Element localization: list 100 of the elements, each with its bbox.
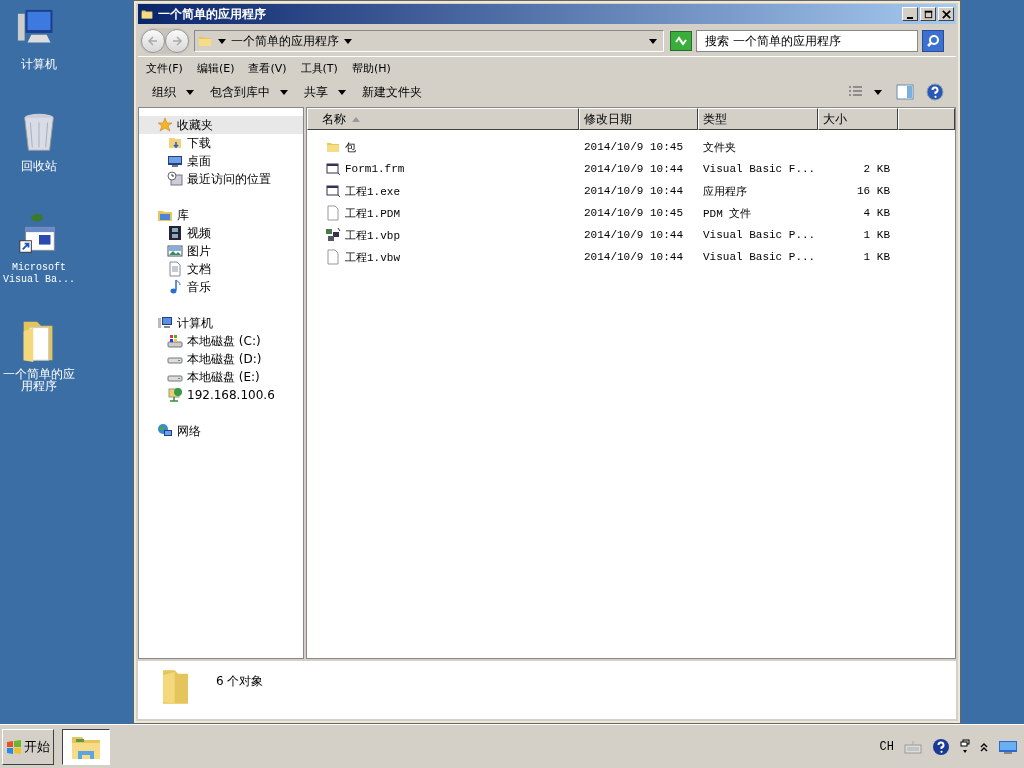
folder-icon <box>167 135 183 151</box>
globe-icon <box>157 423 173 439</box>
right-arrow-icon <box>171 35 183 47</box>
taskbar-button[interactable] <box>62 728 110 765</box>
windows-logo-icon <box>6 738 22 755</box>
table-cell-text: 2014/10/9 10:44 <box>583 185 685 197</box>
table-cell-text: Visual Basic P... <box>702 251 817 263</box>
caret-icon <box>186 89 194 95</box>
file-name[interactable]: 工程1.exe <box>345 183 400 199</box>
caret-icon <box>344 38 352 44</box>
menu-item[interactable]: 工具(T) <box>300 60 338 76</box>
nav-item[interactable]: 文档 <box>139 260 303 278</box>
refresh-icon <box>674 34 688 48</box>
close-icon <box>940 8 952 20</box>
nav-item[interactable]: 本地磁盘 (D:) <box>139 350 303 368</box>
network-drive-icon <box>167 387 183 403</box>
address-bar[interactable]: 一个简单的应用程序 <box>194 30 664 52</box>
toolbar-button[interactable]: 包含到库中 <box>204 81 294 103</box>
table-cell-text: 文件夹 <box>702 140 737 155</box>
toolbar-button[interactable]: 新建文件夹 <box>356 81 428 103</box>
menu-item[interactable]: 帮助(H) <box>351 60 391 76</box>
picture-icon <box>167 243 183 259</box>
table-cell-text: 1 KB <box>862 229 891 241</box>
file-name[interactable]: 工程1.PDM <box>345 205 400 221</box>
minimize-button[interactable] <box>902 7 918 21</box>
search-field[interactable]: 搜索 一个简单的应用程序 <box>696 30 918 52</box>
table-cell-text: 2014/10/9 10:44 <box>583 251 685 263</box>
window-icon <box>325 161 341 177</box>
language-indicator[interactable]: CH <box>879 739 894 754</box>
toolbar-button[interactable]: 组织 <box>146 81 200 103</box>
help-icon <box>932 737 950 756</box>
file-name[interactable]: 工程1.vbw <box>345 249 400 265</box>
search-icon <box>926 34 940 48</box>
column-header[interactable]: 类型 <box>698 108 818 130</box>
nav-item[interactable]: 图片 <box>139 242 303 260</box>
column-header[interactable]: 大小 <box>818 108 898 130</box>
monitor-icon <box>167 153 183 169</box>
nav-item[interactable]: 桌面 <box>139 152 303 170</box>
table-cell-text: 1 KB <box>862 251 891 263</box>
breadcrumb[interactable]: 一个简单的应用程序 <box>231 32 339 50</box>
table-cell-text: Visual Basic P... <box>702 229 817 241</box>
nav-item[interactable]: 192.168.100.6 <box>139 386 303 404</box>
table-cell-text: 应用程序 <box>702 184 748 199</box>
nav-item[interactable]: 计算机 <box>139 314 303 332</box>
maximize-button[interactable] <box>920 7 936 21</box>
menu-item[interactable]: 编辑(E) <box>196 60 235 76</box>
caret-icon <box>338 89 346 95</box>
toolbar-button[interactable]: 共享 <box>298 81 352 103</box>
film-icon <box>167 225 183 241</box>
nav-item[interactable]: 库 <box>139 206 303 224</box>
nav-item[interactable]: 收藏夹 <box>139 116 303 134</box>
table-cell-text: Visual Basic F... <box>702 163 817 175</box>
preview-pane-icon <box>896 84 914 100</box>
file-name[interactable]: Form1.frm <box>345 163 405 175</box>
monitor-icon <box>998 738 1018 755</box>
close-button[interactable] <box>938 7 954 21</box>
column-header[interactable]: 修改日期 <box>579 108 698 130</box>
menu-item[interactable]: 查看(V) <box>248 60 287 76</box>
desktop-icon-label[interactable]: 回收站 <box>1 160 77 172</box>
desktop-icon-label[interactable]: 一个简单的应用程序 <box>1 368 77 392</box>
search-button[interactable] <box>922 30 944 52</box>
table-cell-text: 2014/10/9 10:44 <box>583 163 685 175</box>
nav-item[interactable]: 视频 <box>139 224 303 242</box>
item-count: 6 个对象 <box>216 673 264 690</box>
table-cell-text: 2014/10/9 10:44 <box>583 229 685 241</box>
chevron-up-icon <box>980 741 988 752</box>
file-icon <box>325 249 341 265</box>
star-icon <box>157 117 173 133</box>
table-cell-text: PDM 文件 <box>702 206 753 221</box>
keyboard-icon <box>904 739 922 754</box>
file-name[interactable]: 工程1.vbp <box>345 227 400 243</box>
table-cell-text: 2 KB <box>862 163 891 175</box>
file-name[interactable]: 包 <box>345 139 356 155</box>
left-arrow-icon <box>147 35 159 47</box>
file-icon <box>325 205 341 221</box>
maximize-icon <box>922 8 934 20</box>
window-icon <box>325 183 341 199</box>
refresh-button[interactable] <box>670 31 692 51</box>
list-view-icon <box>848 85 864 99</box>
nav-item[interactable]: 音乐 <box>139 278 303 296</box>
desktop-icon-label[interactable]: 计算机 <box>1 58 77 70</box>
menu-item[interactable]: 文件(F) <box>146 60 183 76</box>
desktop-icon-label[interactable]: Microsoft Visual Ba... <box>1 262 77 286</box>
caret-icon <box>874 89 882 95</box>
nav-item[interactable]: 网络 <box>139 422 303 440</box>
document-icon <box>167 261 183 277</box>
nav-item[interactable]: 本地磁盘 (E:) <box>139 368 303 386</box>
nav-item[interactable]: 最近访问的位置 <box>139 170 303 188</box>
caret-icon <box>280 89 288 95</box>
nav-item[interactable]: 本地磁盘 (C:) <box>139 332 303 350</box>
column-header[interactable]: 名称 <box>307 108 579 130</box>
table-cell-text: 16 KB <box>856 185 891 197</box>
blocks-icon <box>325 227 341 243</box>
clock-icon <box>167 171 183 187</box>
table-cell-text: 4 KB <box>862 207 891 219</box>
caret-icon <box>649 38 657 44</box>
minimize-icon <box>907 16 913 19</box>
start-button[interactable]: 开始 <box>2 728 54 765</box>
nav-item[interactable]: 下载 <box>139 134 303 152</box>
help-icon <box>926 83 944 101</box>
